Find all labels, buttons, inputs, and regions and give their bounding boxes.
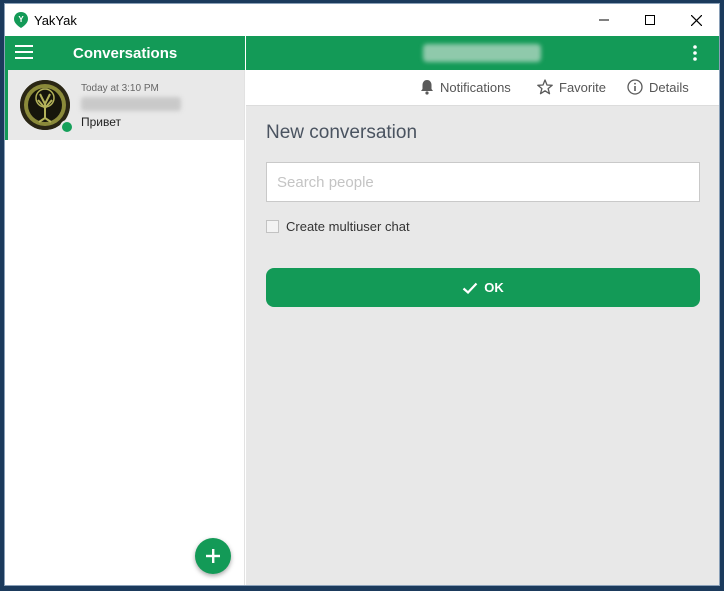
contact-name-redacted bbox=[423, 44, 541, 62]
conversation-item[interactable]: Today at 3:10 PM Привет bbox=[5, 70, 244, 140]
favorite-button[interactable]: Favorite bbox=[537, 79, 606, 95]
info-icon bbox=[627, 79, 643, 95]
bell-icon bbox=[421, 80, 433, 95]
multiuser-chat-option[interactable]: Create multiuser chat bbox=[266, 219, 410, 234]
sidebar-header: Conversations bbox=[5, 36, 245, 70]
conversation-list: Today at 3:10 PM Привет bbox=[5, 70, 245, 585]
details-label: Details bbox=[649, 79, 689, 95]
conversation-name-redacted bbox=[81, 97, 181, 111]
new-conversation-button[interactable] bbox=[195, 538, 231, 574]
details-button[interactable]: Details bbox=[627, 79, 689, 95]
favorite-label: Favorite bbox=[559, 79, 606, 95]
notifications-button[interactable]: Notifications bbox=[420, 79, 511, 95]
notifications-label: Notifications bbox=[440, 79, 511, 95]
window-title: YakYak bbox=[34, 13, 77, 28]
minimize-icon bbox=[599, 19, 609, 21]
hamburger-menu-icon[interactable] bbox=[15, 45, 33, 59]
app-window: Y YakYak Conversations Today at 3:10 PM … bbox=[4, 3, 720, 586]
maximize-button[interactable] bbox=[627, 4, 673, 36]
title-bar[interactable]: Y YakYak bbox=[5, 4, 719, 36]
ok-label: OK bbox=[484, 280, 504, 295]
main-header bbox=[246, 36, 719, 70]
conversation-time: Today at 3:10 PM bbox=[81, 83, 159, 94]
yakyak-logo-icon: Y bbox=[14, 12, 28, 28]
svg-text:Y: Y bbox=[18, 15, 24, 24]
ok-button[interactable]: OK bbox=[266, 268, 700, 307]
conversation-preview: Привет bbox=[81, 115, 122, 129]
conversation-toolbar: Notifications Favorite Details bbox=[246, 70, 719, 106]
star-icon bbox=[537, 79, 553, 95]
minimize-button[interactable] bbox=[581, 4, 627, 36]
maximize-icon bbox=[645, 15, 655, 25]
online-status-dot bbox=[60, 120, 74, 134]
vertical-dots-icon[interactable] bbox=[693, 45, 697, 61]
multiuser-label: Create multiuser chat bbox=[286, 219, 410, 234]
plus-icon bbox=[206, 549, 220, 563]
main-panel: Notifications Favorite Details New conve… bbox=[246, 70, 719, 585]
search-people-input[interactable] bbox=[266, 162, 700, 202]
multiuser-checkbox[interactable] bbox=[266, 220, 279, 233]
check-icon bbox=[463, 282, 478, 294]
close-icon bbox=[690, 14, 702, 26]
new-conversation-title: New conversation bbox=[266, 122, 418, 143]
sidebar-title: Conversations bbox=[73, 45, 178, 62]
close-button[interactable] bbox=[673, 4, 719, 36]
